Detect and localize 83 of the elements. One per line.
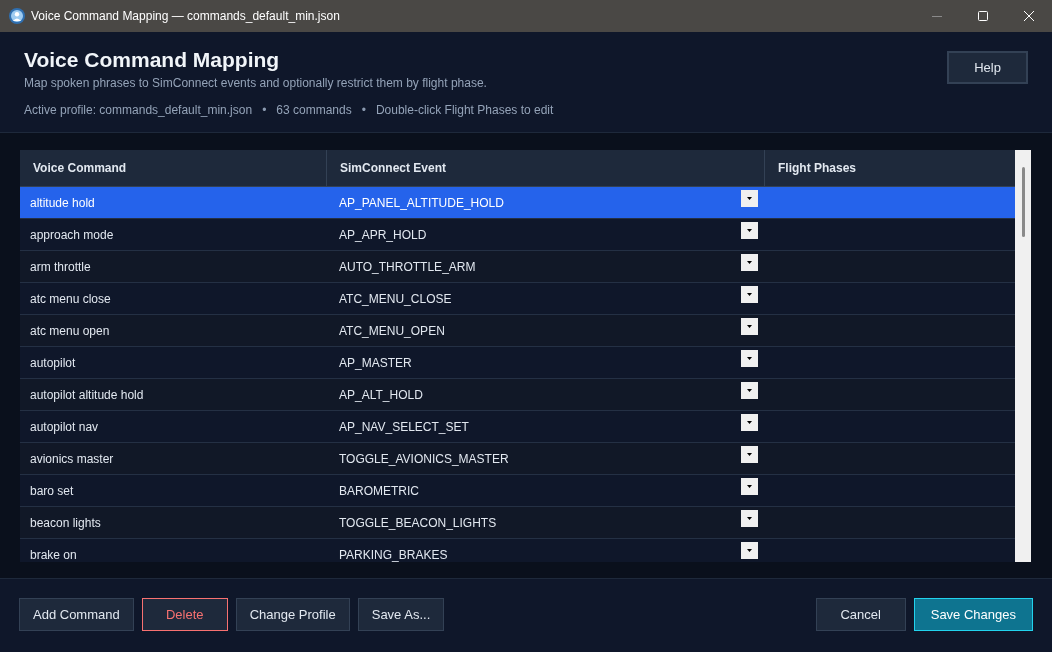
table-cell: AP_APR_HOLD [339, 228, 427, 241]
scrollbar[interactable] [1015, 150, 1031, 562]
caret-icon [747, 453, 752, 456]
maximize-icon [978, 11, 988, 21]
dropdown-button[interactable] [741, 478, 758, 495]
table-cell: TOGGLE_AVIONICS_MASTER [339, 452, 509, 465]
button[interactable]: Save As... [357, 598, 445, 631]
table-cell: autopilot [30, 356, 76, 369]
button[interactable]: Cancel [815, 598, 906, 631]
table-row[interactable]: autopilot nav AP_NAV_SELECT_SET [20, 411, 1015, 443]
table-cell: AUTO_THROTTLE_ARM [339, 260, 476, 273]
page-subtitle: Map spoken phrases to SimConnect events and optionally restrict them by flight phase. [24, 75, 488, 91]
table-cell: autopilot nav [30, 420, 99, 433]
button[interactable]: Change Profile [235, 598, 350, 631]
table-cell: ATC_MENU_CLOSE [339, 292, 452, 305]
info-text: Active profile: commands_default_min.json [24, 102, 253, 118]
table-cell: TOGGLE_BEACON_LIGHTS [339, 516, 497, 529]
table-row[interactable]: atc menu close ATC_MENU_CLOSE [20, 283, 1015, 315]
table-cell: AP_MASTER [339, 356, 412, 369]
caret-icon [747, 229, 752, 232]
button[interactable]: Help [947, 51, 1028, 84]
column-header[interactable]: Flight Phases [765, 150, 1015, 186]
minimize-icon [932, 15, 942, 17]
primary-button[interactable]: Save Changes [913, 598, 1033, 631]
page-title: Voice Command Mapping [24, 47, 281, 73]
table-cell: approach mode [30, 228, 114, 241]
table-cell: atc menu open [30, 324, 110, 337]
table-cell: AP_PANEL_ALTITUDE_HOLD [339, 196, 504, 209]
table-row[interactable]: avionics master TOGGLE_AVIONICS_MASTER [20, 443, 1015, 475]
table-row[interactable]: arm throttle AUTO_THROTTLE_ARM [20, 251, 1015, 283]
table-row[interactable]: atc menu open ATC_MENU_OPEN [20, 315, 1015, 347]
dropdown-button[interactable] [741, 318, 758, 335]
scrollbar-thumb[interactable] [1021, 167, 1025, 237]
dropdown-button[interactable] [741, 190, 758, 207]
caret-icon [747, 197, 752, 200]
table-cell: ATC_MENU_OPEN [339, 324, 445, 337]
caret-icon [747, 549, 752, 552]
dropdown-button[interactable] [741, 286, 758, 303]
caret-icon [747, 389, 752, 392]
table-cell: avionics master [30, 452, 114, 465]
table-cell: brake on [30, 548, 77, 561]
table-row[interactable]: beacon lights TOGGLE_BEACON_LIGHTS [20, 507, 1015, 539]
window-title: Voice Command Mapping — commands_default_min.json [31, 8, 340, 25]
button[interactable]: Add Command [19, 598, 134, 631]
caret-icon [747, 293, 752, 296]
info-text: 63 commands [276, 102, 352, 118]
dropdown-button[interactable] [741, 446, 758, 463]
table-row[interactable]: approach mode AP_APR_HOLD [20, 219, 1015, 251]
dropdown-button[interactable] [741, 542, 758, 559]
dropdown-button[interactable] [741, 414, 758, 431]
table-row[interactable]: autopilot altitude hold AP_ALT_HOLD [20, 379, 1015, 411]
dropdown-button[interactable] [741, 510, 758, 527]
bullet-separator: • [361, 102, 366, 118]
table-cell: altitude hold [30, 196, 95, 209]
app-icon [9, 8, 25, 24]
caret-icon [747, 357, 752, 360]
table-row[interactable]: baro set BAROMETRIC [20, 475, 1015, 507]
close-icon [1024, 11, 1034, 21]
dropdown-button[interactable] [741, 350, 758, 367]
delete-button[interactable]: Delete [141, 598, 228, 631]
dropdown-button[interactable] [741, 222, 758, 239]
table-cell: baro set [30, 484, 74, 497]
dropdown-button[interactable] [741, 382, 758, 399]
bullet-separator: • [262, 102, 267, 118]
table-cell: arm throttle [30, 260, 91, 273]
caret-icon [747, 485, 752, 488]
caret-icon [747, 517, 752, 520]
table-cell: AP_ALT_HOLD [339, 388, 423, 401]
table-row[interactable]: altitude hold AP_PANEL_ALTITUDE_HOLD [20, 187, 1015, 219]
dropdown-button[interactable] [741, 254, 758, 271]
table-row[interactable]: autopilot AP_MASTER [20, 347, 1015, 379]
table-cell: autopilot altitude hold [30, 388, 144, 401]
table-cell: BAROMETRIC [339, 484, 419, 497]
column-header[interactable]: SimConnect Event [327, 150, 765, 186]
table-cell: beacon lights [30, 516, 101, 529]
caret-icon [747, 261, 752, 264]
table-cell: atc menu close [30, 292, 111, 305]
table-cell: PARKING_BRAKES [339, 548, 448, 561]
caret-icon [747, 325, 752, 328]
info-text: Double-click Flight Phases to edit [375, 102, 554, 118]
column-header[interactable]: Voice Command [20, 150, 327, 186]
caret-icon [747, 421, 752, 424]
table-cell: AP_NAV_SELECT_SET [339, 420, 469, 433]
